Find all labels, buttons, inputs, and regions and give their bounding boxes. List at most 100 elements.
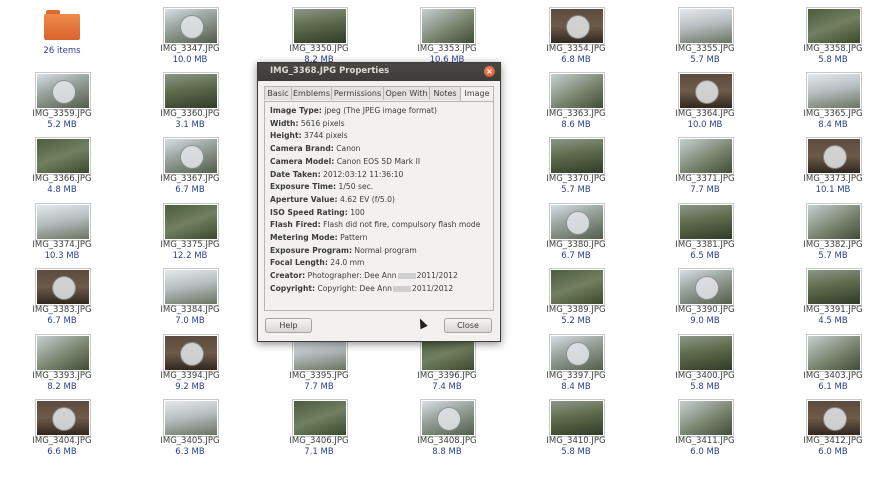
file-item[interactable]: IMG_3354.JPG 6.8 MB xyxy=(521,7,631,67)
file-item[interactable]: IMG_3358.JPG 5.8 MB xyxy=(778,7,888,67)
file-item[interactable]: IMG_3380.JPG 6.7 MB xyxy=(521,203,631,263)
file-item[interactable]: IMG_3350.JPG 8.2 MB xyxy=(264,7,374,67)
file-item[interactable]: IMG_3370.JPG 5.7 MB xyxy=(521,137,631,197)
file-item[interactable]: IMG_3374.JPG 10.3 MB xyxy=(7,203,117,263)
file-item[interactable]: IMG_3382.JPG 5.7 MB xyxy=(778,203,888,263)
image-thumbnail[interactable] xyxy=(163,7,219,45)
file-item[interactable]: IMG_3366.JPG 4.8 MB xyxy=(7,137,117,197)
file-item[interactable]: IMG_3360.JPG 3.1 MB xyxy=(135,72,245,132)
image-thumbnail[interactable] xyxy=(806,137,862,175)
image-thumbnail[interactable] xyxy=(549,72,605,110)
file-item[interactable]: IMG_3404.JPG 6.6 MB xyxy=(7,399,117,459)
file-item[interactable]: IMG_3391.JPG 4.5 MB xyxy=(778,268,888,328)
property-label: Exposure Time: xyxy=(270,182,337,192)
image-thumbnail[interactable] xyxy=(806,268,862,306)
file-item[interactable]: IMG_3410.JPG 5.8 MB xyxy=(521,399,631,459)
image-thumbnail[interactable] xyxy=(35,137,91,175)
image-thumbnail[interactable] xyxy=(678,137,734,175)
image-thumbnail[interactable] xyxy=(35,72,91,110)
property-row: Height: 3744 pixels xyxy=(270,131,348,140)
image-thumbnail[interactable] xyxy=(678,268,734,306)
file-item[interactable]: IMG_3393.JPG 8.2 MB xyxy=(7,334,117,394)
image-thumbnail[interactable] xyxy=(292,7,348,45)
image-thumbnail[interactable] xyxy=(549,137,605,175)
image-thumbnail[interactable] xyxy=(806,399,862,437)
file-item[interactable]: IMG_3364.JPG 10.0 MB xyxy=(650,72,760,132)
file-item[interactable]: IMG_3397.JPG 8.4 MB xyxy=(521,334,631,394)
file-item[interactable]: IMG_3353.JPG 10.6 MB xyxy=(392,7,502,67)
file-item[interactable]: IMG_3365.JPG 8.4 MB xyxy=(778,72,888,132)
image-thumbnail[interactable] xyxy=(35,399,91,437)
image-thumbnail[interactable] xyxy=(806,334,862,372)
file-item[interactable]: IMG_3411.JPG 6.0 MB xyxy=(650,399,760,459)
image-thumbnail[interactable] xyxy=(163,137,219,175)
file-item[interactable]: IMG_3395.JPG 7.7 MB xyxy=(264,334,374,394)
file-item[interactable]: IMG_3396.JPG 7.4 MB xyxy=(392,334,502,394)
tab-emblems[interactable]: Emblems xyxy=(291,86,332,100)
image-thumbnail[interactable] xyxy=(292,399,348,437)
image-thumbnail[interactable] xyxy=(806,203,862,241)
image-thumbnail[interactable] xyxy=(35,268,91,306)
file-item[interactable]: IMG_3384.JPG 7.0 MB xyxy=(135,268,245,328)
close-button[interactable]: Close xyxy=(444,318,492,333)
file-item[interactable]: IMG_3363.JPG 8.6 MB xyxy=(521,72,631,132)
tab-image[interactable]: Image xyxy=(460,86,494,101)
image-thumbnail[interactable] xyxy=(678,203,734,241)
satellite-dish-shape xyxy=(437,407,461,431)
file-item[interactable]: IMG_3400.JPG 5.8 MB xyxy=(650,334,760,394)
image-thumbnail[interactable] xyxy=(163,203,219,241)
file-item[interactable]: IMG_3359.JPG 5.2 MB xyxy=(7,72,117,132)
satellite-dish-shape xyxy=(180,15,204,39)
image-thumbnail[interactable] xyxy=(549,399,605,437)
tab-notes[interactable]: Notes xyxy=(429,86,461,100)
file-item[interactable]: IMG_3389.JPG 5.2 MB xyxy=(521,268,631,328)
file-item[interactable]: IMG_3371.JPG 7.7 MB xyxy=(650,137,760,197)
file-item[interactable]: IMG_3406.JPG 7.1 MB xyxy=(264,399,374,459)
file-item[interactable]: IMG_3373.JPG 10.1 MB xyxy=(778,137,888,197)
tab-permissions[interactable]: Permissions xyxy=(331,86,384,100)
image-thumbnail[interactable] xyxy=(678,72,734,110)
image-thumbnail[interactable] xyxy=(549,7,605,45)
property-row: Camera Brand: Canon xyxy=(270,144,360,153)
image-thumbnail[interactable] xyxy=(420,399,476,437)
image-thumbnail[interactable] xyxy=(35,334,91,372)
image-thumbnail[interactable] xyxy=(549,203,605,241)
file-name: IMG_3408.JPG xyxy=(417,436,477,446)
folder-icon[interactable] xyxy=(44,10,80,40)
tab-basic[interactable]: Basic xyxy=(264,86,292,100)
image-thumbnail[interactable] xyxy=(35,203,91,241)
tab-open-with[interactable]: Open With xyxy=(383,86,430,100)
file-item[interactable]: IMG_3394.JPG 9.2 MB xyxy=(135,334,245,394)
image-thumbnail[interactable] xyxy=(163,334,219,372)
file-item[interactable]: IMG_3412.JPG 6.0 MB xyxy=(778,399,888,459)
property-row: Focal Length: 24.0 mm xyxy=(270,258,364,267)
image-thumbnail[interactable] xyxy=(806,7,862,45)
image-thumbnail[interactable] xyxy=(163,268,219,306)
file-size: 10.0 MB xyxy=(172,55,208,65)
image-thumbnail[interactable] xyxy=(678,399,734,437)
dialog-titlebar[interactable]: IMG_3368.JPG Properties × xyxy=(258,63,500,81)
file-size: 6.8 MB xyxy=(561,55,591,65)
property-row: Exposure Time: 1/50 sec. xyxy=(270,182,373,191)
image-thumbnail[interactable] xyxy=(420,7,476,45)
file-item[interactable]: IMG_3405.JPG 6.3 MB xyxy=(135,399,245,459)
file-item[interactable]: IMG_3355.JPG 5.7 MB xyxy=(650,7,760,67)
file-item[interactable]: IMG_3390.JPG 9.0 MB xyxy=(650,268,760,328)
help-button[interactable]: Help xyxy=(265,318,312,333)
image-thumbnail[interactable] xyxy=(549,334,605,372)
file-item[interactable]: IMG_3347.JPG 10.0 MB xyxy=(135,7,245,67)
file-item[interactable]: IMG_3381.JPG 6.5 MB xyxy=(650,203,760,263)
image-thumbnail[interactable] xyxy=(163,72,219,110)
file-item[interactable]: IMG_3403.JPG 6.1 MB xyxy=(778,334,888,394)
image-thumbnail[interactable] xyxy=(163,399,219,437)
image-thumbnail[interactable] xyxy=(678,7,734,45)
file-item[interactable]: IMG_3367.JPG 6.7 MB xyxy=(135,137,245,197)
image-thumbnail[interactable] xyxy=(806,72,862,110)
close-icon[interactable]: × xyxy=(484,66,495,77)
file-name: IMG_3384.JPG xyxy=(160,305,220,315)
image-thumbnail[interactable] xyxy=(678,334,734,372)
file-item[interactable]: IMG_3383.JPG 6.7 MB xyxy=(7,268,117,328)
image-thumbnail[interactable] xyxy=(549,268,605,306)
file-item[interactable]: IMG_3375.JPG 12.2 MB xyxy=(135,203,245,263)
file-item[interactable]: IMG_3408.JPG 8.8 MB xyxy=(392,399,502,459)
